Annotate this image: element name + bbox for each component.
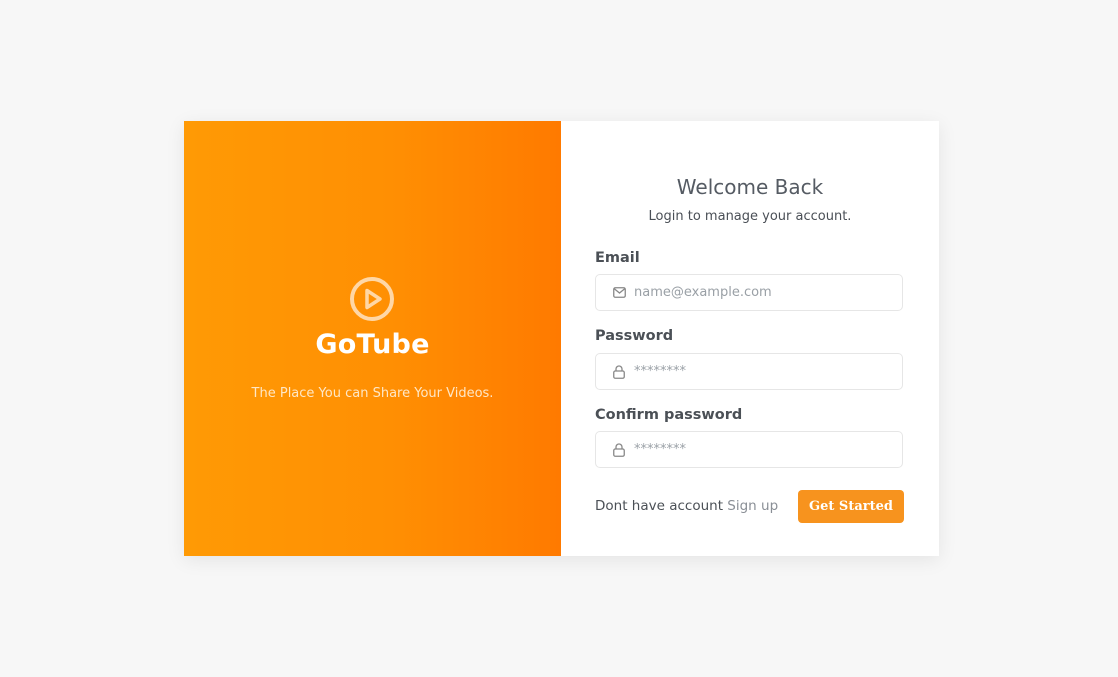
confirm-password-label: Confirm password xyxy=(595,407,743,423)
confirm-password-input[interactable] xyxy=(634,442,884,457)
confirm-password-field-wrapper xyxy=(595,431,903,468)
signup-prompt: Dont have account Sign up xyxy=(595,498,778,514)
login-form: Welcome Back Login to manage your accoun… xyxy=(561,121,939,556)
login-card: GoTube The Place You can Share Your Vide… xyxy=(184,121,939,556)
email-input[interactable] xyxy=(634,285,884,300)
brand-name: GoTube xyxy=(315,329,430,360)
signup-prompt-text: Dont have account xyxy=(595,498,728,514)
email-field-wrapper xyxy=(595,274,903,311)
form-subtitle: Login to manage your account. xyxy=(648,209,852,224)
play-circle-icon xyxy=(349,276,395,322)
password-input[interactable] xyxy=(634,364,884,379)
lock-icon xyxy=(612,364,626,379)
password-label: Password xyxy=(595,328,674,344)
email-label: Email xyxy=(595,250,640,266)
lock-icon xyxy=(612,442,626,457)
signup-link[interactable]: Sign up xyxy=(727,498,778,514)
get-started-button[interactable]: Get Started xyxy=(798,490,904,523)
mail-icon xyxy=(612,286,626,300)
brand-panel: GoTube The Place You can Share Your Vide… xyxy=(184,121,561,556)
brand-tagline: The Place You can Share Your Videos. xyxy=(251,386,494,401)
form-title: Welcome Back xyxy=(676,175,824,199)
password-field-wrapper xyxy=(595,353,903,390)
